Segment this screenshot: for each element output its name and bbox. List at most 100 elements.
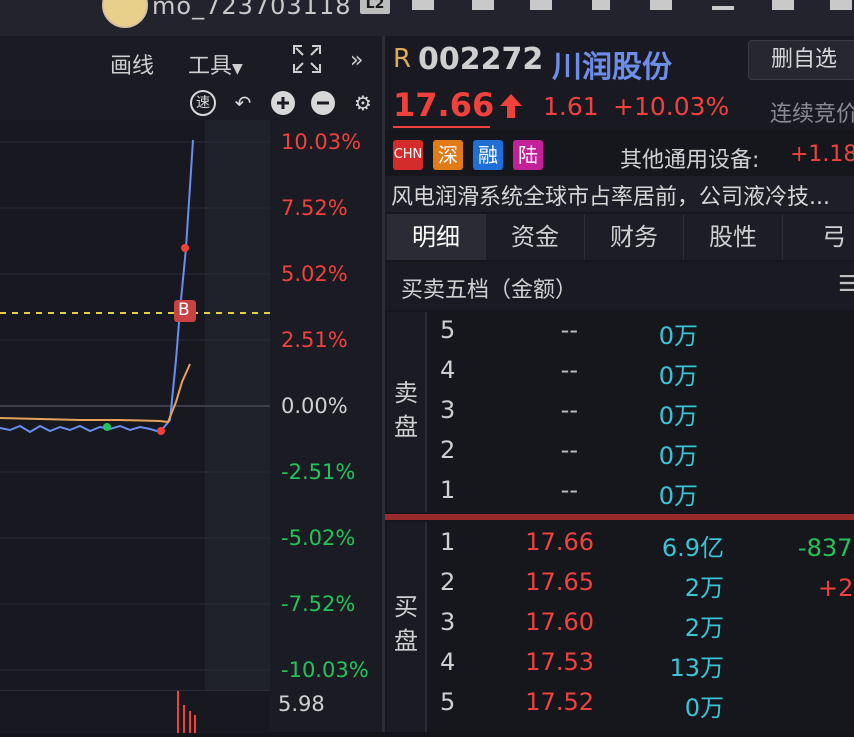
pct-tick: -10.03% (281, 658, 369, 682)
username-label: mo_723703118 (152, 0, 352, 20)
price: 17.66 (525, 528, 594, 556)
pct-tick: -7.52% (281, 592, 356, 616)
menu-icon[interactable] (650, 0, 672, 10)
pct-tick: 0.00% (281, 394, 348, 418)
zoom-in-icon[interactable] (270, 90, 296, 116)
close-icon[interactable] (830, 0, 852, 10)
concept-banner[interactable]: 风电润滑系统全球市占率居前，公司液冷技... (385, 176, 854, 212)
tab-stock-character[interactable]: 股性 (684, 214, 783, 260)
level: 2 (440, 568, 456, 596)
buy-side-label: 买 盘 (387, 522, 425, 732)
tools-label: 工具 (188, 54, 233, 79)
amount: 6.9亿 (661, 534, 724, 562)
chart-icon-row: 速 ↶ ⚙ (0, 88, 382, 118)
tab-detail[interactable]: 明细 (387, 214, 486, 260)
chart-toolbar: 画线 工具▼ » (0, 40, 382, 86)
tools-dropdown[interactable]: 工具▼ (188, 48, 243, 80)
price: 17.65 (525, 568, 594, 596)
avg-line (0, 363, 191, 424)
intraday-chart[interactable]: B (0, 120, 270, 692)
title-bar: mo_723703118 L2 (0, 0, 854, 36)
collapse-panel-icon[interactable]: » (350, 48, 363, 73)
price: 17.52 (525, 688, 594, 716)
depth-title: 买卖五档（金额） (401, 278, 578, 303)
hamburger-icon[interactable]: ☰ (838, 272, 854, 297)
speed-icon[interactable]: 速 (190, 90, 216, 116)
market-letter: R (393, 44, 412, 74)
window-icon[interactable] (412, 0, 434, 10)
level: 3 (440, 396, 456, 424)
price: -- (560, 356, 578, 384)
price: 17.60 (525, 608, 594, 636)
file-icon[interactable] (472, 0, 494, 10)
amount: 13万 (669, 654, 724, 682)
settings-gear-icon[interactable]: ⚙ (350, 90, 376, 116)
tag-connect[interactable]: 陆 (513, 140, 543, 170)
amount-change: +2万 (818, 574, 854, 602)
price-line (0, 139, 194, 434)
volume-subchart[interactable] (0, 690, 270, 733)
tab-finance[interactable]: 财务 (585, 214, 684, 260)
up-arrow-icon (500, 94, 522, 118)
trading-status: 连续竞价 (770, 102, 854, 127)
zoom-out-icon[interactable] (310, 90, 336, 116)
draw-lines-button[interactable]: 画线 (110, 48, 154, 80)
price: -- (560, 476, 578, 504)
caret-down-icon: ▼ (232, 61, 243, 77)
price-change: 1.61 (543, 92, 599, 121)
tab-more[interactable]: 弓 (783, 214, 854, 260)
price: -- (560, 316, 578, 344)
stock-name[interactable]: 川润股份 (552, 42, 672, 86)
buy-row-2[interactable]: 2 17.65 2万 +2万 (440, 568, 854, 608)
level2-badge: L2 (360, 0, 390, 14)
fullscreen-icon[interactable] (292, 44, 322, 80)
remove-watchlist-button[interactable]: 删自选 (748, 40, 854, 80)
price: -- (560, 436, 578, 464)
tag-chn[interactable]: CHN (393, 140, 423, 170)
buy-row-3[interactable]: 3 17.60 2万 (440, 608, 854, 648)
undo-icon[interactable]: ↶ (230, 90, 256, 116)
buy-row-4[interactable]: 4 17.53 13万 (440, 648, 854, 688)
level: 1 (440, 528, 456, 556)
amount: 0万 (658, 362, 698, 390)
buy-label-2: 盘 (394, 627, 418, 655)
amount: 0万 (658, 322, 698, 350)
bid-ask-separator (385, 514, 854, 520)
level: 5 (440, 316, 456, 344)
user-avatar[interactable] (102, 0, 148, 28)
separator (425, 312, 427, 512)
buy-row-1[interactable]: 1 17.66 6.9亿 -837万 (440, 528, 854, 568)
concept-text: 风电润滑系统全球市占率居前，公司液冷技... (391, 185, 830, 210)
price: -- (560, 396, 578, 424)
level: 4 (440, 356, 456, 384)
amount: 2万 (684, 614, 724, 642)
pct-tick: 2.51% (281, 328, 348, 352)
price: 17.53 (525, 648, 594, 676)
level: 1 (440, 476, 456, 504)
buy-marker: B (178, 300, 190, 320)
amount: 0万 (684, 694, 724, 722)
sell-label-2: 盘 (394, 413, 418, 441)
tag-margin[interactable]: 融 (473, 140, 503, 170)
pct-tick: -5.02% (281, 526, 356, 550)
industry-label[interactable]: 其他通用设备: (620, 142, 759, 174)
buy-label-1: 买 (394, 593, 418, 621)
level: 2 (440, 436, 456, 464)
last-price: 17.66 (393, 86, 495, 124)
sell-side-label: 卖 盘 (387, 312, 425, 512)
pct-tick: -2.51% (281, 460, 356, 484)
sell-label-1: 卖 (394, 379, 418, 407)
tag-shenzhen[interactable]: 深 (433, 140, 463, 170)
industry-change: +1.18 (790, 142, 854, 167)
bell-icon[interactable] (592, 0, 610, 10)
tab-funds[interactable]: 资金 (486, 214, 585, 260)
amount: 0万 (658, 402, 698, 430)
minimize-icon[interactable] (712, 6, 734, 10)
mail-icon[interactable] (530, 0, 552, 10)
buy-row-5[interactable]: 5 17.52 0万 (440, 688, 854, 728)
price-change-pct: +10.03% (613, 92, 730, 121)
pct-tick: 5.02% (281, 262, 348, 286)
separator (425, 522, 427, 732)
restore-icon[interactable] (772, 0, 794, 10)
amount: 2万 (684, 574, 724, 602)
